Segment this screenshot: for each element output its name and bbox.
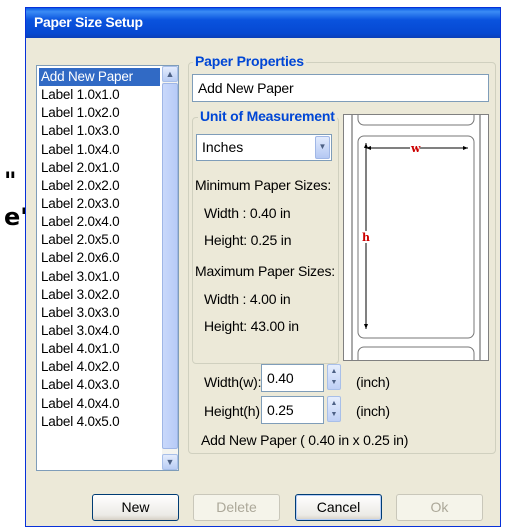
unit-select[interactable]: Inches ▼ <box>196 134 332 161</box>
cancel-button[interactable]: Cancel <box>295 494 382 521</box>
paper-size-setup-dialog: Paper Size Setup Add New Paper Label 1.0x… <box>25 7 501 527</box>
scroll-thumb[interactable] <box>162 83 178 449</box>
paper-list-item[interactable]: Label 2.0x3.0 <box>39 195 160 213</box>
paper-list-item[interactable]: Label 2.0x2.0 <box>39 177 160 195</box>
spin-down-icon[interactable]: ▼ <box>328 379 340 387</box>
paper-list-item[interactable]: Label 3.0x2.0 <box>39 286 160 304</box>
width-spinner[interactable]: ▲ ▼ <box>327 364 341 390</box>
spin-up-icon[interactable]: ▲ <box>328 400 340 408</box>
min-height-text: Height: 0.25 in <box>204 232 292 248</box>
unit-selected-value: Inches <box>202 139 244 155</box>
paper-list-item[interactable]: Label 2.0x6.0 <box>39 249 160 267</box>
paper-list-item[interactable]: Label 3.0x4.0 <box>39 322 160 340</box>
max-sizes-title: Maximum Paper Sizes: <box>195 263 335 279</box>
paper-list-item[interactable]: Label 3.0x3.0 <box>39 304 160 322</box>
label-preview-diagram: w h <box>351 104 481 378</box>
paper-list-item[interactable]: Add New Paper <box>39 68 160 87</box>
min-width-text: Width : 0.40 in <box>204 205 291 221</box>
paper-name-input[interactable]: Add New Paper <box>192 74 489 102</box>
height-input[interactable]: 0.25 <box>261 396 324 424</box>
width-marker-label: w <box>410 142 421 155</box>
chevron-down-icon[interactable]: ▼ <box>315 136 330 159</box>
label-preview: w h <box>343 104 489 378</box>
width-input[interactable]: 0.40 <box>261 364 324 392</box>
height-spinner[interactable]: ▲ ▼ <box>327 396 341 422</box>
max-width-text: Width : 4.00 in <box>204 291 291 307</box>
paper-list-item[interactable]: Label 2.0x1.0 <box>39 159 160 177</box>
paper-list-item[interactable]: Label 4.0x1.0 <box>39 340 160 358</box>
height-marker-label: h <box>362 231 370 244</box>
ok-button[interactable]: Ok <box>396 494 483 521</box>
min-sizes-title: Minimum Paper Sizes: <box>195 177 332 193</box>
spin-up-icon[interactable]: ▲ <box>328 368 340 376</box>
title-bar[interactable]: Paper Size Setup <box>26 8 500 38</box>
paper-list-item[interactable]: Label 1.0x4.0 <box>39 141 160 159</box>
paper-list-item[interactable]: Label 1.0x1.0 <box>39 86 160 104</box>
paper-list-item[interactable]: Label 2.0x4.0 <box>39 213 160 231</box>
scroll-down-button[interactable]: ▼ <box>162 454 178 470</box>
scroll-up-button[interactable]: ▲ <box>162 66 178 82</box>
window-title: Paper Size Setup <box>34 14 143 30</box>
paper-list-item[interactable]: Label 1.0x2.0 <box>39 104 160 122</box>
new-button[interactable]: New <box>92 494 179 521</box>
paper-properties-legend: Paper Properties <box>193 53 306 69</box>
width-unit-label: (inch) <box>356 374 390 390</box>
max-height-text: Height: 43.00 in <box>204 318 299 334</box>
paper-list-item[interactable]: Label 4.0x2.0 <box>39 358 160 376</box>
list-scrollbar[interactable]: ▲ ▼ <box>162 66 178 470</box>
spin-down-icon[interactable]: ▼ <box>328 411 340 419</box>
paper-list-item[interactable]: Label 1.0x3.0 <box>39 122 160 140</box>
paper-list-item[interactable]: Label 4.0x4.0 <box>39 395 160 413</box>
paper-size-summary: Add New Paper ( 0.40 in x 0.25 in) <box>201 432 409 448</box>
paper-list-item[interactable]: Label 2.0x5.0 <box>39 231 160 249</box>
paper-list-item[interactable]: Label 3.0x1.0 <box>39 268 160 286</box>
paper-list-items: Add New Paper Label 1.0x1.0 Label 1.0x2.0 L… <box>39 68 160 431</box>
paper-list[interactable]: Add New Paper Label 1.0x1.0 Label 1.0x2.0 L… <box>36 65 179 471</box>
background-text-fragment: " <box>4 167 17 195</box>
unit-legend: Unit of Measurement <box>198 108 337 124</box>
height-label: Height(h): <box>204 403 264 419</box>
height-unit-label: (inch) <box>356 403 390 419</box>
paper-list-item[interactable]: Label 4.0x3.0 <box>39 376 160 394</box>
paper-list-item[interactable]: Label 4.0x5.0 <box>39 413 160 431</box>
delete-button[interactable]: Delete <box>193 494 280 521</box>
width-label: Width(w): <box>204 374 262 390</box>
